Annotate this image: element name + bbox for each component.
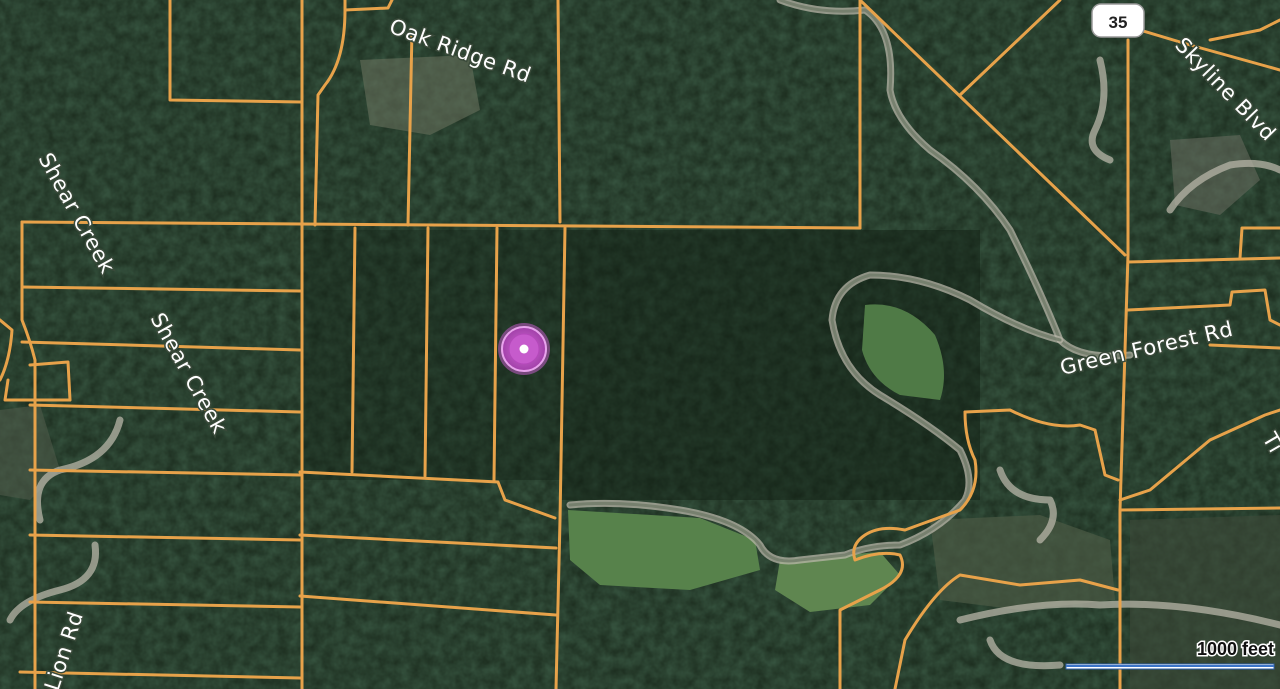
scale-bar-label: 1000 feet (1197, 639, 1274, 659)
satellite-map: Oak Ridge Rd Shear Creek Shear Creek Gre… (0, 0, 1280, 689)
location-pin-icon[interactable] (498, 323, 550, 375)
svg-text:35: 35 (1109, 13, 1128, 32)
highway-shield: 35 (1091, 3, 1145, 38)
map-view[interactable]: Oak Ridge Rd Shear Creek Shear Creek Gre… (0, 0, 1280, 689)
